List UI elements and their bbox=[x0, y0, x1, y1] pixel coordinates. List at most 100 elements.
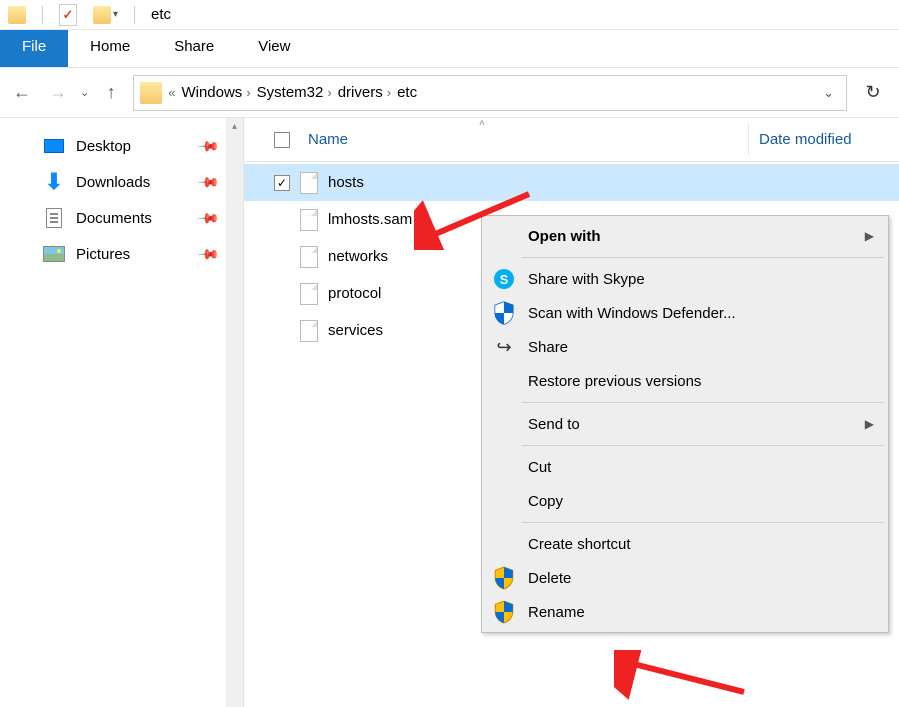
title-bar: ▾ etc bbox=[0, 0, 899, 30]
sidebar-item-label: Desktop bbox=[76, 138, 131, 155]
up-button[interactable]: ↑ bbox=[97, 79, 125, 107]
cm-label: Delete bbox=[528, 570, 874, 587]
cm-label: Cut bbox=[528, 459, 874, 476]
picture-icon bbox=[42, 242, 66, 266]
window-title: etc bbox=[151, 6, 171, 23]
breadcrumb-part[interactable]: System32 bbox=[257, 84, 324, 101]
cm-send-to[interactable]: Send to ▶ bbox=[484, 407, 886, 441]
breadcrumb-prefix: « bbox=[168, 85, 175, 100]
file-row-hosts[interactable]: hosts bbox=[244, 164, 899, 201]
cm-label: Restore previous versions bbox=[528, 373, 874, 390]
refresh-button[interactable]: ↻ bbox=[855, 75, 891, 111]
breadcrumb-part[interactable]: drivers bbox=[338, 84, 383, 101]
download-icon: ⬇ bbox=[42, 170, 66, 194]
cm-separator bbox=[522, 445, 884, 446]
address-dropdown[interactable]: ⌄ bbox=[817, 85, 840, 101]
uac-shield-icon bbox=[492, 600, 516, 624]
select-all-checkbox[interactable] bbox=[274, 132, 290, 148]
submenu-arrow-icon: ▶ bbox=[865, 417, 874, 431]
qa-check-icon[interactable] bbox=[59, 4, 77, 26]
ribbon: File Home Share View bbox=[0, 30, 899, 68]
cm-create-shortcut[interactable]: Create shortcut bbox=[484, 527, 886, 561]
address-bar[interactable]: « Windows› System32› drivers› etc ⌄ bbox=[133, 75, 847, 111]
defender-shield-icon bbox=[492, 301, 516, 325]
cm-separator bbox=[522, 257, 884, 258]
file-icon bbox=[300, 320, 318, 342]
cm-restore[interactable]: Restore previous versions bbox=[484, 364, 886, 398]
file-icon bbox=[300, 209, 318, 231]
caret-down-icon: ▾ bbox=[113, 9, 118, 20]
cm-separator bbox=[522, 402, 884, 403]
document-icon bbox=[42, 206, 66, 230]
uac-shield-icon bbox=[492, 566, 516, 590]
sidebar-item-documents[interactable]: Documents 📌 bbox=[0, 200, 243, 236]
cm-label: Open with bbox=[528, 228, 853, 245]
cm-label: Copy bbox=[528, 493, 874, 510]
blank-icon bbox=[492, 369, 516, 393]
cm-scan-defender[interactable]: Scan with Windows Defender... bbox=[484, 296, 886, 330]
cm-cut[interactable]: Cut bbox=[484, 450, 886, 484]
sidebar: ▴ Desktop 📌 ⬇ Downloads 📌 Documents 📌 Pi… bbox=[0, 118, 244, 707]
breadcrumb-part[interactable]: etc bbox=[397, 84, 417, 101]
sidebar-item-label: Pictures bbox=[76, 246, 130, 263]
pin-icon: 📌 bbox=[196, 134, 220, 158]
breadcrumb-part[interactable]: Windows bbox=[181, 84, 242, 101]
cm-label: Share bbox=[528, 339, 874, 356]
view-tab[interactable]: View bbox=[236, 30, 312, 67]
cm-copy[interactable]: Copy bbox=[484, 484, 886, 518]
file-name: protocol bbox=[328, 285, 381, 302]
blank-icon bbox=[492, 224, 516, 248]
blank-icon bbox=[492, 455, 516, 479]
divider bbox=[134, 6, 135, 24]
file-name: services bbox=[328, 322, 383, 339]
cm-label: Send to bbox=[528, 416, 853, 433]
file-tab[interactable]: File bbox=[0, 30, 68, 67]
divider bbox=[42, 6, 43, 24]
cm-label: Rename bbox=[528, 604, 874, 621]
file-icon bbox=[300, 246, 318, 268]
chevron-right-icon[interactable]: › bbox=[246, 85, 250, 100]
sidebar-item-downloads[interactable]: ⬇ Downloads 📌 bbox=[0, 164, 243, 200]
column-headers: ˄ Name Date modified bbox=[244, 118, 899, 162]
pin-icon: 📌 bbox=[196, 206, 220, 230]
submenu-arrow-icon: ▶ bbox=[865, 229, 874, 243]
cm-label: Create shortcut bbox=[528, 536, 874, 553]
sidebar-item-pictures[interactable]: Pictures 📌 bbox=[0, 236, 243, 272]
app-folder-icon bbox=[8, 6, 26, 24]
file-name: networks bbox=[328, 248, 388, 265]
home-tab[interactable]: Home bbox=[68, 30, 152, 67]
blank-icon bbox=[492, 532, 516, 556]
history-dropdown[interactable]: ⌄ bbox=[80, 86, 89, 99]
sort-indicator-icon: ˄ bbox=[479, 118, 485, 129]
nav-bar: ← → ⌄ ↑ « Windows› System32› drivers› et… bbox=[0, 68, 899, 118]
blank-icon bbox=[492, 412, 516, 436]
desktop-icon bbox=[42, 134, 66, 158]
skype-icon: S bbox=[492, 267, 516, 291]
folder-icon bbox=[140, 82, 162, 104]
back-button[interactable]: ← bbox=[8, 79, 36, 107]
blank-icon bbox=[492, 489, 516, 513]
column-date-modified[interactable]: Date modified bbox=[759, 131, 899, 148]
cm-label: Share with Skype bbox=[528, 271, 874, 288]
cm-label: Scan with Windows Defender... bbox=[528, 305, 874, 322]
cm-share-skype[interactable]: S Share with Skype bbox=[484, 262, 886, 296]
share-tab[interactable]: Share bbox=[152, 30, 236, 67]
share-icon: ↪ bbox=[492, 335, 516, 359]
cm-rename[interactable]: Rename bbox=[484, 595, 886, 629]
column-name[interactable]: Name bbox=[308, 131, 759, 148]
cm-share[interactable]: ↪ Share bbox=[484, 330, 886, 364]
file-checkbox[interactable] bbox=[274, 175, 290, 191]
cm-open-with[interactable]: Open with ▶ bbox=[484, 219, 886, 253]
sidebar-item-desktop[interactable]: Desktop 📌 bbox=[0, 128, 243, 164]
qa-dropdown[interactable]: ▾ bbox=[93, 6, 118, 24]
pin-icon: 📌 bbox=[196, 170, 220, 194]
chevron-right-icon[interactable]: › bbox=[327, 85, 331, 100]
cm-delete[interactable]: Delete bbox=[484, 561, 886, 595]
pin-icon: 📌 bbox=[196, 242, 220, 266]
folder-icon bbox=[93, 6, 111, 24]
column-separator[interactable] bbox=[748, 124, 749, 155]
file-icon bbox=[300, 283, 318, 305]
forward-button[interactable]: → bbox=[44, 79, 72, 107]
chevron-right-icon[interactable]: › bbox=[387, 85, 391, 100]
file-name: hosts bbox=[328, 174, 364, 191]
